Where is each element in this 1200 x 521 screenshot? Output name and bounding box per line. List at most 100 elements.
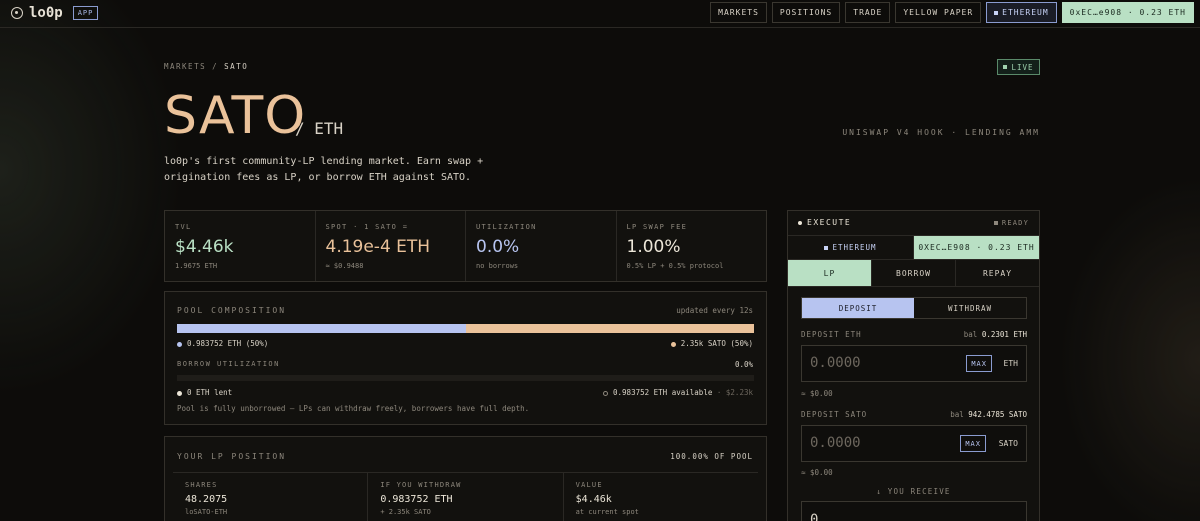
sato-balance-prefix: bal [950,410,964,419]
lp-cell-label: VALUE [575,481,603,489]
borrow-utilization-label: BORROW UTILIZATION [177,360,280,368]
tab-lp[interactable]: LP [788,260,872,286]
main-nav: MARKETS POSITIONS TRADE YELLOW PAPER ETH… [710,2,1194,23]
sato-max-button[interactable]: MAX [960,435,986,452]
panel-network-dot-icon [824,245,829,250]
execute-panel: EXECUTE READY ETHEREUM 0XEC…E908 · 0.23 … [787,210,1040,521]
sato-balance: bal 942.4785 SATO [950,410,1027,419]
composition-bar-eth [177,324,466,333]
composition-bar [177,324,754,333]
eth-dot-icon [177,341,182,347]
stats-strip: TVL $4.46k 1.9675 ETH SPOT · 1 SATO = 4.… [164,210,767,282]
execute-header: EXECUTE READY [788,211,1039,236]
deposit-sato-field: MAX SATO [801,425,1027,462]
available-label: 0.983752 ETH available [613,388,713,397]
network-button[interactable]: ETHEREUM [986,2,1057,23]
sato-balance-value: 942.4785 SATO [968,410,1027,419]
live-label: LIVE [1011,62,1034,72]
deposit-eth-input[interactable] [810,355,950,371]
live-badge: LIVE [997,59,1040,75]
logo[interactable]: lo0p APP [11,5,99,21]
lent-label: 0 ETH lent [187,388,233,397]
deposit-eth-label: DEPOSIT ETH [801,330,862,339]
stat-lp-fee: LP SWAP FEE 1.00% 0.5% LP + 0.5% protoco… [617,211,767,281]
stat-sub: ≈ $0.9488 [325,262,364,270]
stat-value: 1.00% [626,237,681,257]
sato-dot-icon [670,341,676,347]
tab-borrow[interactable]: BORROW [872,260,956,286]
execute-title: EXECUTE [798,218,851,227]
legend-sato-label: 2.35k SATO (50%) [680,339,753,348]
sato-usd-estimate: ≈ $0.00 [801,468,833,477]
lp-withdraw: IF YOU WITHDRAW 0.983752 ETH + 2.35k SAT… [368,473,564,521]
panel-network-label: ETHEREUM [832,243,877,252]
hook-label: UNISWAP V4 HOOK · LENDING AMM [842,128,1040,137]
breadcrumb: MARKETS / SATO [164,62,248,71]
network-dot-icon [994,10,999,15]
stat-sub: no borrows [476,262,519,270]
network-label: ETHEREUM [1002,8,1049,17]
stat-value: 4.19e-4 ETH [325,237,431,257]
lp-cell-value: $4.46k [575,494,612,505]
lp-action-tabs: DEPOSIT WITHDRAW [801,297,1027,319]
eth-max-button[interactable]: MAX [966,355,992,372]
legend-eth: 0.983752 ETH (50%) [177,339,268,348]
stat-value: 0.0% [476,237,520,257]
eth-balance-value: 0.2301 ETH [981,330,1027,339]
panel-wallet-button[interactable]: 0XEC…E908 · 0.23 ETH [914,236,1039,259]
panel-network-row: ETHEREUM 0XEC…E908 · 0.23 ETH [788,236,1039,260]
eth-balance: bal 0.2301 ETH [964,330,1027,339]
lp-pool-share: 100.00% OF POOL [670,452,753,461]
tab-repay[interactable]: REPAY [956,260,1039,286]
market-description: lo0p's first community-LP lending market… [164,156,484,183]
borrow-utilization-pct: 0.0% [734,360,753,369]
receive-value: 0 [810,512,819,521]
stat-spot: SPOT · 1 SATO = 4.19e-4 ETH ≈ $0.9488 [316,211,466,281]
composition-bar-sato [465,324,754,333]
pool-composition-card: POOL COMPOSITION updated every 12s 0.983… [164,291,767,425]
lp-shares: SHARES 48.2075 loSATO-ETH [173,473,369,521]
stat-utilization: UTILIZATION 0.0% no borrows [466,211,617,281]
lp-cell-sub: at current spot [575,508,639,516]
stat-label: SPOT · 1 SATO = [325,223,409,231]
nav-markets[interactable]: MARKETS [710,2,767,23]
pool-note: Pool is fully unborrowed — LPs can withd… [177,404,530,413]
wallet-button[interactable]: 0xEC…e908 · 0.23 ETH [1061,2,1194,23]
app-badge: APP [72,6,99,20]
eth-usd-estimate: ≈ $0.00 [801,389,833,398]
tab-withdraw[interactable]: WITHDRAW [914,298,1026,318]
logo-icon [11,7,23,19]
lp-cells: SHARES 48.2075 loSATO-ETH IF YOU WITHDRA… [173,472,758,521]
nav-trade[interactable]: TRADE [845,2,891,23]
nav-yellow-paper[interactable]: YELLOW PAPER [895,2,982,23]
you-receive-label: ↓ YOU RECEIVE [876,487,951,496]
legend-sato: 2.35k SATO (50%) [670,339,753,348]
breadcrumb-markets[interactable]: MARKETS [164,62,206,71]
lp-cell-label: IF YOU WITHDRAW [380,481,462,489]
nav-positions[interactable]: POSITIONS [771,2,841,23]
stat-label: TVL [175,223,192,231]
stat-sub: 1.9675 ETH [175,262,218,270]
execute-status: READY [993,219,1029,227]
pool-title: POOL COMPOSITION [177,306,287,315]
lent-dot-icon [177,390,182,396]
lp-cell-value: 0.983752 ETH [380,494,453,505]
lp-value: VALUE $4.46k at current spot [564,473,758,521]
pair-label: / ETH [295,119,344,138]
breadcrumb-separator: / [212,62,219,71]
deposit-eth-field: MAX ETH [801,345,1027,382]
status-dot-icon [993,221,998,225]
execute-dot-icon [798,220,802,225]
breadcrumb-current: SATO [224,62,249,71]
page-title: SATO [164,86,307,146]
execute-status-label: READY [1001,219,1029,227]
stat-label: LP SWAP FEE [626,223,688,231]
panel-network-button[interactable]: ETHEREUM [788,236,914,259]
live-dot-icon [1003,65,1008,69]
lp-cell-value: 48.2075 [185,494,228,505]
eth-balance-prefix: bal [963,330,978,339]
tab-deposit[interactable]: DEPOSIT [802,298,914,318]
stat-value: $4.46k [175,237,234,257]
stat-sub: 0.5% LP + 0.5% protocol [626,262,724,270]
deposit-sato-input[interactable] [810,435,950,451]
